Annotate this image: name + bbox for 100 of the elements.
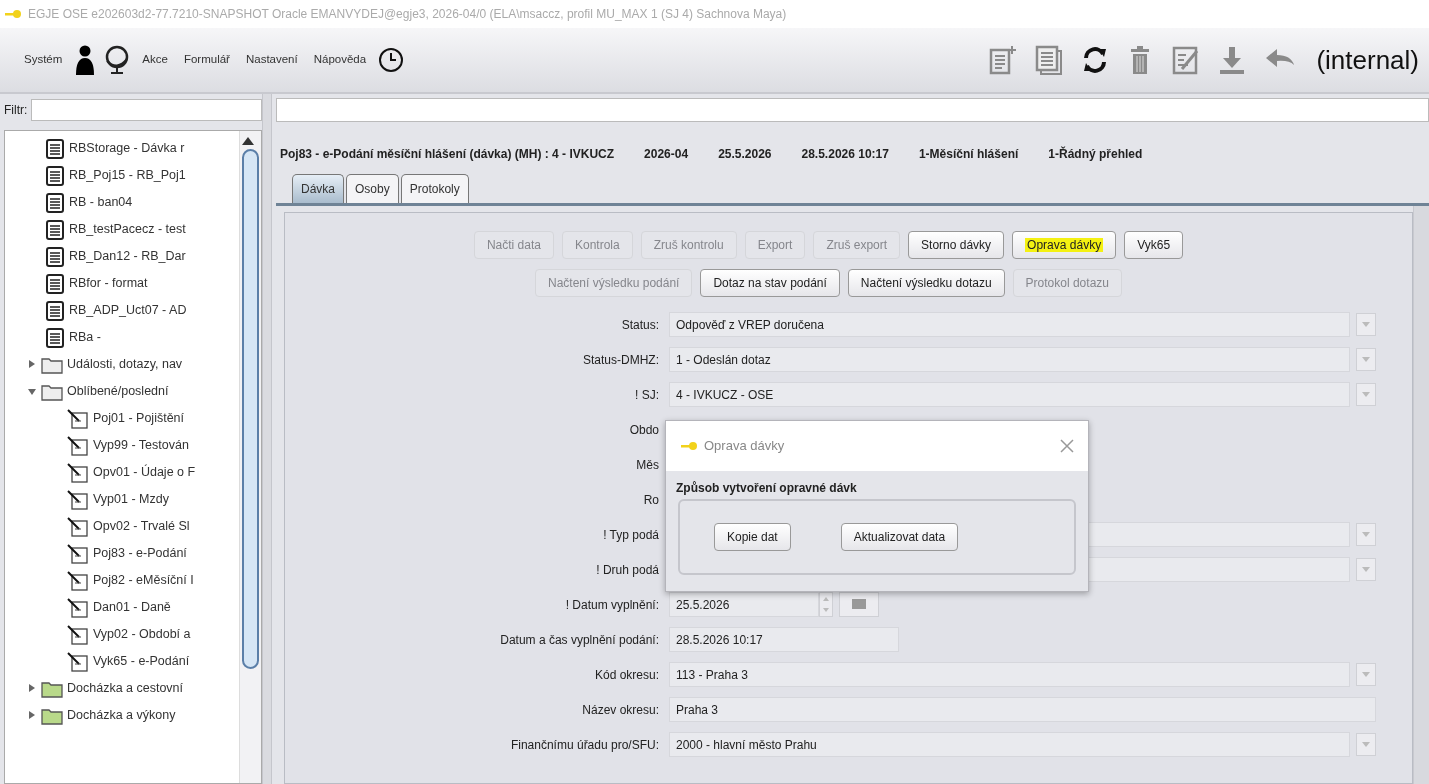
tree-item[interactable]: Vyp02 - Období a: [93, 625, 191, 644]
report-icon: [45, 138, 65, 159]
text-field[interactable]: [276, 98, 1429, 122]
report-icon: [45, 300, 65, 321]
field-label: Ro: [642, 491, 659, 509]
report-icon: [45, 165, 65, 186]
tree-item[interactable]: RB_Poj15 - RB_Poj1: [69, 166, 186, 185]
tree-item[interactable]: RB_ADP_Uct07 - AD: [69, 301, 187, 320]
scroll-thumb[interactable]: [242, 149, 259, 669]
header-text: 1-Měsíční hlášení: [918, 146, 1019, 163]
tree-item[interactable]: RBfor - format: [69, 274, 148, 293]
field-label: ! Typ podá: [602, 526, 659, 544]
filter-label: Filtr:: [4, 102, 28, 119]
tree-item[interactable]: Vyk65 - e-Podání: [93, 652, 190, 671]
tree-item[interactable]: Docházka a výkony: [67, 706, 176, 725]
tree-item[interactable]: Oblíbené/poslední: [67, 382, 169, 401]
expand-icon[interactable]: [27, 682, 37, 695]
header-text: 28.5.2026 10:17: [801, 146, 889, 163]
header-text: 1-Řádný přehled: [1048, 145, 1143, 163]
window-title: EGJE OSE e202603d2-77.7210-SNAPSHOT Oracle EMANVYDEJ@egje3, 2026-04/0 (ELA\msaccz, profil MU_MAX 1 (SJ 4) Sachnova Maya): [28, 6, 787, 23]
scrollbar[interactable]: [239, 131, 261, 783]
tree-item[interactable]: Vyp01 - Mzdy: [93, 490, 169, 509]
new-document-icon[interactable]: [988, 45, 1019, 75]
profile-label: (internal): [1316, 43, 1419, 77]
tab[interactable]: Osoby: [346, 174, 399, 203]
action-button[interactable]: Načtení výsledku dotazu: [847, 269, 1005, 297]
action-button[interactable]: Vyk65: [1124, 231, 1184, 259]
action-button[interactable]: Storno dávky: [908, 231, 1005, 259]
form-icon: [67, 651, 89, 672]
dropdown-field[interactable]: 1 - Odeslán dotaz: [669, 347, 1350, 372]
scrollbar[interactable]: [1413, 206, 1429, 784]
field-label: ! Druh podá: [595, 561, 659, 579]
form-icon: [67, 570, 89, 591]
field-label: Název okresu:: [581, 701, 659, 719]
field-label: Status-DMHZ:: [582, 351, 659, 369]
field-label: Kód okresu:: [593, 666, 659, 684]
group-label: Způsob vytvoření opravné dávk: [675, 480, 858, 497]
form-icon: [67, 408, 89, 429]
form-icon: [67, 543, 89, 564]
header-text: Poj83 - e-Podání měsíční hlášení (dávka) (MH) : 4 - IVKUCZ: [280, 146, 615, 163]
form-icon: [67, 516, 89, 537]
report-icon: [45, 192, 65, 213]
report-icon: [45, 273, 65, 294]
calendar-button[interactable]: [839, 592, 879, 617]
dialog-title: Oprava dávky: [704, 437, 785, 456]
field-label: Obdo: [628, 421, 659, 439]
expand-icon[interactable]: [27, 709, 37, 722]
tree-item[interactable]: RBStorage - Dávka r: [69, 139, 185, 158]
report-icon: [45, 219, 65, 240]
spinner-icon[interactable]: [819, 592, 833, 617]
dialog-button[interactable]: Kopie dat: [714, 523, 791, 551]
close-icon[interactable]: [1060, 439, 1074, 453]
documents-icon[interactable]: [1034, 45, 1065, 75]
tree-item[interactable]: Dan01 - Daně: [93, 598, 171, 617]
text-field[interactable]: Praha 3: [669, 697, 1376, 722]
menu-item[interactable]: Systém: [20, 51, 67, 69]
tab[interactable]: Dávka: [292, 174, 344, 203]
menu-item[interactable]: Nápověda: [309, 51, 371, 69]
report-icon: [45, 327, 65, 348]
dropdown-field[interactable]: 2000 - hlavní město Prahu: [669, 732, 1350, 757]
tree-item[interactable]: Opv01 - Údaje o F: [93, 463, 196, 482]
tree-item[interactable]: Docházka a cestovní: [67, 679, 184, 698]
key-icon: [4, 7, 22, 21]
dropdown-field[interactable]: Odpověď z VREP doručena: [669, 312, 1350, 337]
menu-item[interactable]: Formulář: [179, 51, 234, 69]
tree-item[interactable]: Poj01 - Pojištění: [93, 409, 185, 428]
tree-item[interactable]: RB_testPacecz - test: [69, 220, 186, 239]
dialog-button[interactable]: Aktualizovat data: [840, 523, 959, 551]
person-icon[interactable]: [74, 45, 97, 75]
action-button[interactable]: Oprava dávky: [1012, 231, 1117, 259]
tree-item[interactable]: RB - ban04: [69, 193, 133, 212]
report-icon: [45, 246, 65, 267]
globe-icon[interactable]: [104, 45, 131, 75]
field-label: Finančnímu úřadu pro/SFU:: [509, 736, 659, 754]
tab[interactable]: Protokoly: [400, 174, 469, 203]
tree-item[interactable]: Poj82 - eMěsíční I: [93, 571, 194, 590]
tree-item[interactable]: Vyp99 - Testován: [93, 436, 189, 455]
form-icon: [67, 489, 89, 510]
tree-item[interactable]: RB_Dan12 - RB_Dar: [69, 247, 186, 266]
tree-item[interactable]: Poj83 - e-Podání: [93, 544, 187, 563]
dropdown-field[interactable]: 113 - Praha 3: [669, 662, 1350, 687]
field-label: Status:: [620, 316, 659, 334]
action-button[interactable]: Dotaz na stav podání: [700, 269, 840, 297]
tree-item[interactable]: Opv02 - Trvalé Sl: [93, 517, 190, 536]
expand-icon[interactable]: [27, 358, 37, 371]
field-label: Měs: [635, 456, 659, 474]
tree-item[interactable]: RBa -: [69, 328, 101, 347]
clock-icon[interactable]: [378, 47, 405, 73]
header-text: 2026-04: [644, 146, 689, 163]
text-field[interactable]: 28.5.2026 10:17: [669, 627, 899, 652]
dropdown-field[interactable]: 4 - IVKUCZ - OSE: [669, 382, 1350, 407]
form-icon: [67, 597, 89, 618]
menu-item[interactable]: Nastavení: [241, 51, 302, 69]
date-field[interactable]: 25.5.2026: [669, 592, 819, 617]
tree-item[interactable]: Události, dotazy, nav: [67, 355, 183, 374]
menu-item[interactable]: Akce: [138, 51, 172, 69]
field-label: ! Datum vyplnění:: [564, 596, 659, 614]
field-label: ! SJ:: [634, 386, 659, 404]
filter-field[interactable]: [31, 99, 262, 121]
key-icon: [680, 439, 698, 453]
